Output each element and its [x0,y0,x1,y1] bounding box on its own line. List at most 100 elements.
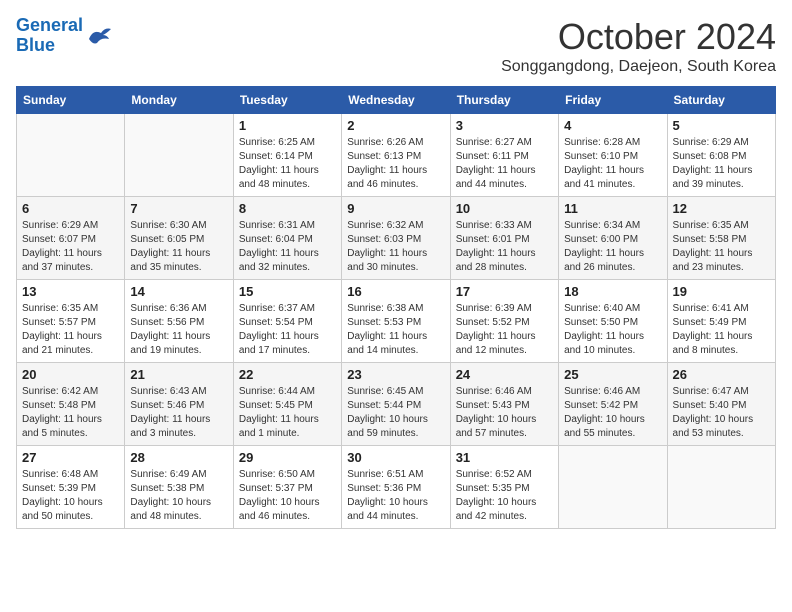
day-number: 20 [22,367,119,382]
day-info: Sunrise: 6:32 AM Sunset: 6:03 PM Dayligh… [347,219,444,275]
day-info: Sunrise: 6:50 AM Sunset: 5:37 PM Dayligh… [239,468,336,524]
day-number: 3 [456,118,553,133]
calendar-cell: 5 Sunrise: 6:29 AM Sunset: 6:08 PM Daylig… [667,114,775,197]
day-number: 4 [564,118,661,133]
header-saturday: Saturday [667,87,775,114]
header-thursday: Thursday [450,87,558,114]
header-friday: Friday [559,87,667,114]
calendar-cell [125,114,233,197]
logo-general: General [16,15,83,35]
day-number: 13 [22,284,119,299]
day-number: 17 [456,284,553,299]
calendar-cell: 6 Sunrise: 6:29 AM Sunset: 6:07 PM Daylig… [17,197,125,280]
logo: General Blue [16,16,113,56]
day-number: 21 [130,367,227,382]
header-wednesday: Wednesday [342,87,450,114]
day-info: Sunrise: 6:41 AM Sunset: 5:49 PM Dayligh… [673,302,770,358]
calendar-cell: 4 Sunrise: 6:28 AM Sunset: 6:10 PM Daylig… [559,114,667,197]
header-tuesday: Tuesday [233,87,341,114]
calendar-cell [667,446,775,529]
day-number: 5 [673,118,770,133]
day-info: Sunrise: 6:46 AM Sunset: 5:43 PM Dayligh… [456,385,553,441]
day-number: 1 [239,118,336,133]
day-info: Sunrise: 6:51 AM Sunset: 5:36 PM Dayligh… [347,468,444,524]
calendar-cell: 10Sunrise: 6:33 AM Sunset: 6:01 PM Dayli… [450,197,558,280]
day-info: Sunrise: 6:52 AM Sunset: 5:35 PM Dayligh… [456,468,553,524]
day-info: Sunrise: 6:38 AM Sunset: 5:53 PM Dayligh… [347,302,444,358]
day-info: Sunrise: 6:25 AM Sunset: 6:14 PM Dayligh… [239,136,336,192]
calendar-cell: 11 Sunrise: 6:34 AM Sunset: 6:00 PM Dayli… [559,197,667,280]
day-number: 14 [130,284,227,299]
day-info: Sunrise: 6:42 AM Sunset: 5:48 PM Dayligh… [22,385,119,441]
calendar-cell: 30 Sunrise: 6:51 AM Sunset: 5:36 PM Dayli… [342,446,450,529]
calendar-cell: 12 Sunrise: 6:35 AM Sunset: 5:58 PM Dayli… [667,197,775,280]
calendar-cell: 16 Sunrise: 6:38 AM Sunset: 5:53 PM Dayli… [342,280,450,363]
day-info: Sunrise: 6:29 AM Sunset: 6:08 PM Dayligh… [673,136,770,192]
calendar-cell: 25 Sunrise: 6:46 AM Sunset: 5:42 PM Dayli… [559,363,667,446]
day-number: 23 [347,367,444,382]
day-number: 12 [673,201,770,216]
title-block: October 2024 Songgangdong, Daejeon, Sout… [501,16,776,76]
day-info: Sunrise: 6:48 AM Sunset: 5:39 PM Dayligh… [22,468,119,524]
day-number: 10 [456,201,553,216]
calendar-cell: 20 Sunrise: 6:42 AM Sunset: 5:48 PM Dayli… [17,363,125,446]
day-number: 7 [130,201,227,216]
month-title: October 2024 [501,16,776,58]
calendar-cell: 8Sunrise: 6:31 AM Sunset: 6:04 PM Daylig… [233,197,341,280]
day-number: 28 [130,450,227,465]
day-info: Sunrise: 6:49 AM Sunset: 5:38 PM Dayligh… [130,468,227,524]
day-number: 6 [22,201,119,216]
calendar-week-row: 27 Sunrise: 6:48 AM Sunset: 5:39 PM Dayli… [17,446,776,529]
calendar-cell: 24 Sunrise: 6:46 AM Sunset: 5:43 PM Dayli… [450,363,558,446]
day-info: Sunrise: 6:36 AM Sunset: 5:56 PM Dayligh… [130,302,227,358]
calendar-cell: 28 Sunrise: 6:49 AM Sunset: 5:38 PM Dayli… [125,446,233,529]
day-number: 15 [239,284,336,299]
day-info: Sunrise: 6:28 AM Sunset: 6:10 PM Dayligh… [564,136,661,192]
day-number: 8 [239,201,336,216]
day-info: Sunrise: 6:34 AM Sunset: 6:00 PM Dayligh… [564,219,661,275]
day-number: 30 [347,450,444,465]
day-info: Sunrise: 6:26 AM Sunset: 6:13 PM Dayligh… [347,136,444,192]
day-number: 27 [22,450,119,465]
day-info: Sunrise: 6:35 AM Sunset: 5:58 PM Dayligh… [673,219,770,275]
day-info: Sunrise: 6:29 AM Sunset: 6:07 PM Dayligh… [22,219,119,275]
calendar-cell: 29Sunrise: 6:50 AM Sunset: 5:37 PM Dayli… [233,446,341,529]
day-info: Sunrise: 6:35 AM Sunset: 5:57 PM Dayligh… [22,302,119,358]
day-number: 2 [347,118,444,133]
calendar-week-row: 1 Sunrise: 6:25 AM Sunset: 6:14 PM Daylig… [17,114,776,197]
calendar-cell: 23 Sunrise: 6:45 AM Sunset: 5:44 PM Dayli… [342,363,450,446]
logo-blue: Blue [16,35,55,55]
day-number: 11 [564,201,661,216]
calendar-cell: 14 Sunrise: 6:36 AM Sunset: 5:56 PM Dayli… [125,280,233,363]
day-number: 31 [456,450,553,465]
day-info: Sunrise: 6:30 AM Sunset: 6:05 PM Dayligh… [130,219,227,275]
day-info: Sunrise: 6:27 AM Sunset: 6:11 PM Dayligh… [456,136,553,192]
logo-bird-icon [85,25,113,47]
calendar-cell: 15Sunrise: 6:37 AM Sunset: 5:54 PM Dayli… [233,280,341,363]
day-number: 24 [456,367,553,382]
calendar-cell: 13 Sunrise: 6:35 AM Sunset: 5:57 PM Dayli… [17,280,125,363]
calendar-cell: 7 Sunrise: 6:30 AM Sunset: 6:05 PM Daylig… [125,197,233,280]
calendar-week-row: 6 Sunrise: 6:29 AM Sunset: 6:07 PM Daylig… [17,197,776,280]
calendar-cell: 9Sunrise: 6:32 AM Sunset: 6:03 PM Daylig… [342,197,450,280]
day-number: 26 [673,367,770,382]
calendar-cell: 3 Sunrise: 6:27 AM Sunset: 6:11 PM Daylig… [450,114,558,197]
calendar-cell: 27 Sunrise: 6:48 AM Sunset: 5:39 PM Dayli… [17,446,125,529]
calendar-cell: 17Sunrise: 6:39 AM Sunset: 5:52 PM Dayli… [450,280,558,363]
day-number: 16 [347,284,444,299]
day-info: Sunrise: 6:45 AM Sunset: 5:44 PM Dayligh… [347,385,444,441]
day-number: 19 [673,284,770,299]
day-number: 25 [564,367,661,382]
day-info: Sunrise: 6:40 AM Sunset: 5:50 PM Dayligh… [564,302,661,358]
calendar-cell: 22Sunrise: 6:44 AM Sunset: 5:45 PM Dayli… [233,363,341,446]
page-header: General Blue October 2024 Songgangdong, … [16,16,776,76]
calendar-cell: 21Sunrise: 6:43 AM Sunset: 5:46 PM Dayli… [125,363,233,446]
calendar-cell: 18Sunrise: 6:40 AM Sunset: 5:50 PM Dayli… [559,280,667,363]
calendar-cell: 2 Sunrise: 6:26 AM Sunset: 6:13 PM Daylig… [342,114,450,197]
day-number: 22 [239,367,336,382]
header-monday: Monday [125,87,233,114]
calendar-cell: 19 Sunrise: 6:41 AM Sunset: 5:49 PM Dayli… [667,280,775,363]
calendar-week-row: 13 Sunrise: 6:35 AM Sunset: 5:57 PM Dayli… [17,280,776,363]
day-info: Sunrise: 6:46 AM Sunset: 5:42 PM Dayligh… [564,385,661,441]
calendar-table: SundayMondayTuesdayWednesdayThursdayFrid… [16,86,776,529]
